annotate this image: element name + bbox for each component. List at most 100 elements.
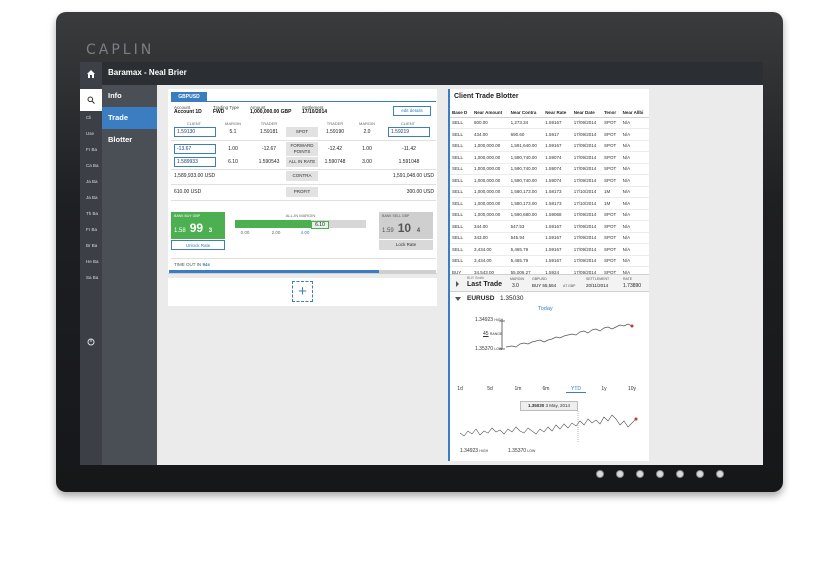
table-row[interactable]: SELL 343.00 545.94 1.59167 17/09/2014 SPOT N/A (450, 232, 649, 244)
table-row[interactable]: SELL 1,000,000.00 1,591,640.00 1.59167 17/09… (450, 140, 649, 152)
spot-client-ask[interactable]: 1.59219 (388, 127, 430, 137)
last-trade-bar[interactable]: BUY Smith Last Trade MARGIN 3.0 GBPUSD B… (450, 274, 649, 292)
margin-input[interactable]: 6.10 (311, 221, 329, 229)
period-tab-10y[interactable]: 10y (622, 386, 642, 392)
table-cell: 1,590,740.00 (508, 151, 544, 164)
chevron-right-icon (456, 281, 459, 287)
table-row[interactable]: SELL 1,000,000.00 1,580,173.00 1.58173 17/10… (450, 197, 649, 210)
bank-sell-button[interactable]: BANK SELL GBP 1.59 10 4 (379, 212, 433, 239)
power-button[interactable] (84, 335, 98, 349)
all-in-margin-ask[interactable]: 3.00 (354, 159, 380, 165)
divider (171, 169, 436, 170)
top-bar: Baramax - Neal Brier (80, 62, 763, 85)
last-trade-meta: BUY Smith (467, 276, 485, 280)
contra-left-value: 1,589,933.00 USD (174, 173, 216, 179)
all-in-client-ask: 1.591048 (398, 159, 420, 165)
column-header[interactable]: Near Amount (471, 108, 509, 118)
monitor-button[interactable] (696, 470, 704, 478)
menu-item-info[interactable]: Info (102, 85, 157, 107)
ytd-high: 1.34923 HIGH (460, 448, 488, 454)
today-label: Today (538, 306, 553, 312)
table-cell: 545.94 (508, 232, 544, 244)
table-row[interactable]: SELL 1,000,000.00 1,590,680.00 1.59068 17/09… (450, 209, 649, 221)
client-list-item[interactable]: Br Ba (86, 243, 102, 259)
client-list-item[interactable]: Ja Ba (86, 179, 102, 195)
scale-tick: 4.00 (300, 230, 310, 235)
table-cell: 1,000,000.00 (471, 197, 509, 210)
monitor-button[interactable] (596, 470, 604, 478)
period-tab-1d[interactable]: 1d (450, 386, 470, 392)
scale-tick: 0.00 (240, 230, 250, 235)
bank-buy-button[interactable]: BANK BUY GBP 1.58 99 3 (171, 212, 225, 239)
table-cell: SPOT (602, 243, 621, 256)
monitor-button[interactable] (656, 470, 664, 478)
table-row[interactable]: SELL 1,000,000.00 1,580,173.00 1.58173 17/10… (450, 186, 649, 198)
spot-client-bid[interactable]: 1.59130 (174, 127, 216, 137)
column-header[interactable]: Near Allbi (620, 108, 649, 118)
table-row[interactable]: SELL 3,434.00 5,465.79 1.59167 17/09/2014 SPO… (450, 243, 649, 256)
all-in-client-bid[interactable]: 1.589933 (174, 157, 216, 167)
settlement-block: Settlement 17/10/2014 (302, 105, 327, 115)
client-list-item[interactable]: Fr Ba (86, 147, 102, 163)
table-row[interactable]: SELL 600.00 1,273.34 1.59167 17/09/2014 SPOT N… (450, 117, 649, 129)
monitor-button[interactable] (616, 470, 624, 478)
client-list-item[interactable]: Sa Ba (86, 275, 102, 291)
trade-tile: GBPUSD Account Account 1D Trading Type F… (168, 89, 437, 274)
currency-text: AT GBP (563, 284, 576, 288)
fwd-points-trader-bid: -12.67 (261, 146, 277, 152)
client-list-item[interactable]: Use (86, 131, 102, 147)
client-list-item[interactable]: Cli (86, 115, 102, 131)
table-row[interactable]: SELL 1,000,000.00 1,590,740.00 1.59074 17/09… (450, 151, 649, 164)
menu-item-trade[interactable]: Trade (102, 107, 163, 129)
client-list-item[interactable]: He Ba (86, 259, 102, 275)
pair-price: 1.35030 (500, 295, 524, 302)
home-button[interactable] (80, 62, 102, 85)
client-title: Baramax - Neal Brier (108, 68, 187, 77)
table-row[interactable]: SELL 1,000,000.00 1,590,740.00 1.59074 17/09… (450, 163, 649, 175)
menu-item-blotter[interactable]: Blotter (102, 129, 157, 151)
all-in-margin-bid[interactable]: 6.10 (220, 159, 246, 165)
search-button[interactable] (80, 89, 102, 111)
table-row[interactable]: SELL 1,000,000.00 1,590,740.00 1.59074 17/09… (450, 174, 649, 187)
period-tab-ytd[interactable]: YTD (566, 386, 586, 393)
divider (171, 258, 436, 259)
column-header[interactable]: Tenor (602, 108, 621, 118)
column-header[interactable]: Near Rate (543, 108, 572, 118)
period-tab-5d[interactable]: 5d (480, 386, 500, 392)
power-button-bezel[interactable] (716, 470, 724, 478)
period-tab-6m[interactable]: 6m (536, 386, 556, 392)
client-list-item[interactable]: Ca Ba (86, 163, 102, 179)
table-row[interactable]: SELL 344.00 547.53 1.59167 17/09/2014 SPOT N/A (450, 220, 649, 233)
column-header[interactable]: Near Contra (508, 108, 544, 118)
spot-margin-bid[interactable]: 5.1 (220, 129, 246, 135)
monitor-button[interactable] (636, 470, 644, 478)
column-header[interactable]: Base D (450, 108, 472, 118)
fwd-points-client-bid[interactable]: -13.67 (174, 144, 216, 154)
fwd-points-margin-ask[interactable]: 1.00 (354, 146, 380, 152)
table-row[interactable]: SELL 434.00 690.60 1.5917 17/09/2014 SPOT N/A (450, 128, 649, 141)
column-header[interactable]: Near Date (571, 108, 603, 118)
ytd-high-value: 1.34923 (460, 448, 479, 454)
table-cell: SPOT (602, 232, 621, 244)
lock-rate-button[interactable]: Lock Rate (379, 240, 433, 250)
table-cell: 17/10/2014 (571, 186, 603, 198)
client-list-item[interactable]: Th Ba (86, 211, 102, 227)
edit-details-button[interactable]: edit details (393, 106, 431, 116)
table-cell: 17/09/2014 (571, 232, 603, 244)
period-tab-1m[interactable]: 1m (508, 386, 528, 392)
add-tile-button[interactable]: + (292, 281, 313, 302)
contra-right-value: 1,591,048.00 USD (392, 173, 434, 179)
spot-margin-ask[interactable]: 2.0 (354, 129, 380, 135)
client-list-item[interactable]: Fr Ba (86, 227, 102, 243)
spot-trader-ask: 1.59190 (325, 129, 345, 135)
table-cell: 17/09/2014 (571, 220, 603, 233)
eurusd-chart-header[interactable]: EURUSD 1.35030 (450, 293, 649, 305)
client-list-item[interactable]: Ja Ba (86, 195, 102, 211)
period-tab-1y[interactable]: 1y (594, 386, 614, 392)
fwd-points-margin-bid[interactable]: 1.00 (220, 146, 246, 152)
pair-name: EURUSD (467, 295, 495, 302)
table-cell: N/A (620, 128, 649, 141)
monitor-button[interactable] (676, 470, 684, 478)
table-row[interactable]: SELL 3,434.00 5,465.79 1.59167 17/09/2014 SPO… (450, 255, 649, 267)
unlock-rate-button[interactable]: Unlock Rate (171, 240, 225, 250)
